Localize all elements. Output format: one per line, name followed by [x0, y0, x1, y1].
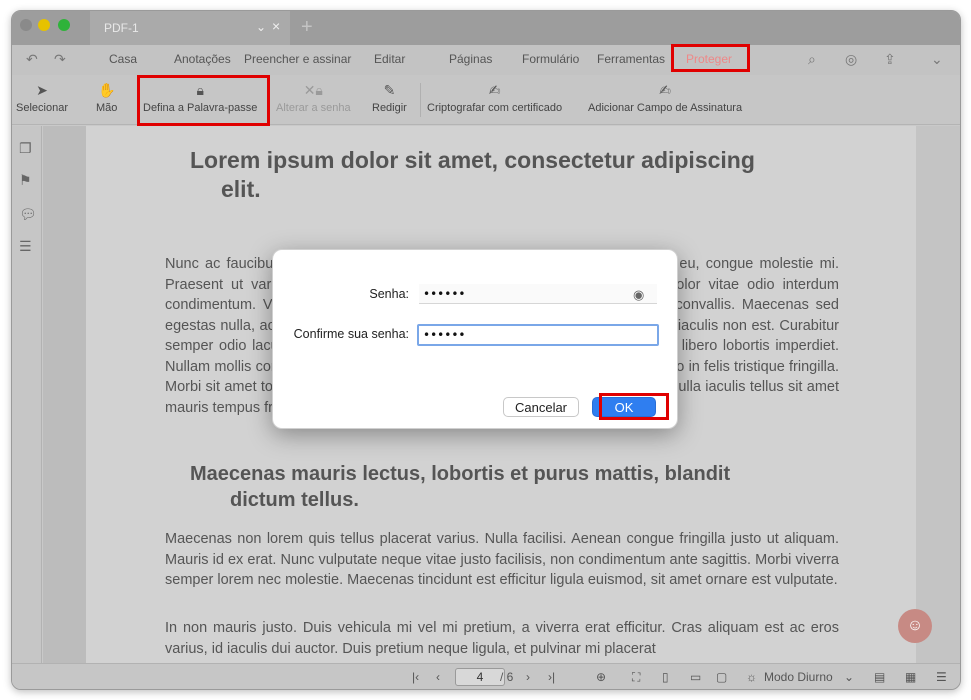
menu-ferramentas[interactable]: Ferramentas	[597, 52, 665, 66]
change-password-button[interactable]: ✕🔒︎ Alterar a senha	[276, 81, 351, 114]
chevron-down-icon[interactable]: ⌄	[844, 670, 854, 684]
actual-size-icon[interactable]: ▢	[716, 670, 727, 684]
day-mode-label[interactable]: Modo Diurno	[764, 670, 833, 684]
select-tool-label: Selecionar	[16, 102, 68, 114]
heading-1-line-2: elit.	[221, 176, 261, 202]
zoom-in-icon[interactable]: ⊕	[596, 670, 606, 684]
menu-casa[interactable]: Casa	[109, 52, 137, 66]
maximize-window-button[interactable]	[58, 19, 70, 31]
fit-width-icon[interactable]: ▭	[690, 670, 701, 684]
tab-title: PDF-1	[104, 21, 139, 35]
password-input[interactable]	[419, 284, 657, 304]
heading-2-line-1: Maecenas mauris lectus, lobortis et puru…	[190, 463, 731, 485]
menu-preencher-assinar[interactable]: Preencher e assinar	[244, 52, 351, 66]
redact-label: Redigir	[372, 102, 407, 114]
current-page-input[interactable]: 4	[455, 668, 505, 686]
fit-page-icon[interactable]: ⛶	[632, 670, 640, 685]
left-sidebar: ❐ ⚑ 💬︎ ☰	[12, 126, 42, 689]
title-bar: PDF-1 ⌄ × +	[12, 11, 960, 45]
grid-view-icon[interactable]: ▦	[905, 670, 916, 684]
ai-assistant-icon[interactable]: ☺	[898, 609, 932, 643]
toolbar-divider	[420, 83, 421, 117]
hand-tool-button[interactable]: ✋ Mão	[96, 81, 117, 114]
status-bar: |‹ ‹ 4 / 6 › ›| ⊕ ⛶ ▯ ▭ ▢ ☼ Modo Diurno …	[12, 663, 960, 689]
last-page-icon[interactable]: ›|	[548, 670, 555, 684]
menu-formulario[interactable]: Formulário	[522, 52, 579, 66]
total-pages: / 6	[500, 670, 514, 684]
document-heading-1: Lorem ipsum dolor sit amet, consectetur …	[190, 146, 830, 204]
close-window-button[interactable]	[20, 19, 32, 31]
highlight-set-password-tool	[137, 75, 270, 126]
select-tool-button[interactable]: ➤ Selecionar	[16, 81, 68, 114]
hand-tool-label: Mão	[96, 102, 118, 114]
menu-bar: ↶ ↷ Casa Anotações Preencher e assinar E…	[12, 45, 960, 75]
hand-icon: ✋	[97, 82, 116, 98]
highlight-proteger-menu	[671, 44, 750, 72]
add-signature-field-button[interactable]: ✍ Adicionar Campo de Assinatura	[588, 81, 742, 114]
undo-icon[interactable]: ↶	[26, 51, 38, 68]
heading-2-line-2: dictum tellus.	[230, 489, 359, 511]
confirm-password-input[interactable]	[417, 324, 659, 346]
paragraph-2: Maecenas non lorem quis tellus placerat …	[165, 531, 839, 588]
menu-paginas[interactable]: Páginas	[449, 52, 492, 66]
chevron-down-icon[interactable]: ⌄	[931, 51, 943, 68]
change-password-label: Alterar a senha	[276, 102, 351, 114]
scroll-view-icon[interactable]: ☰	[936, 670, 947, 684]
cancel-button[interactable]: Cancelar	[503, 397, 579, 417]
menu-editar[interactable]: Editar	[374, 52, 405, 66]
highlight-ok-button	[599, 393, 669, 420]
comments-icon[interactable]: 💬︎	[19, 206, 37, 223]
signature-icon: ✍	[659, 82, 671, 98]
pages-icon[interactable]: ❐	[19, 140, 32, 157]
redact-pen-icon: ✎	[383, 82, 396, 98]
encrypt-certificate-label: Criptografar com certificado	[427, 102, 563, 114]
minimize-window-button[interactable]	[38, 19, 50, 31]
right-scroll-area[interactable]	[916, 126, 960, 663]
lock-remove-icon: ✕🔒︎	[303, 82, 323, 98]
chevron-down-icon[interactable]: ⌄	[256, 20, 266, 34]
redact-button[interactable]: ✎ Redigir	[372, 81, 407, 114]
close-icon[interactable]: ×	[272, 18, 280, 34]
search-results-icon[interactable]: ☰	[19, 238, 32, 255]
add-signature-field-label: Adicionar Campo de Assinatura	[588, 102, 743, 114]
certificate-icon: ✍	[488, 82, 501, 98]
cursor-arrow-icon: ➤	[36, 82, 48, 98]
next-page-icon[interactable]: ›	[526, 670, 530, 684]
confirm-password-label: Confirme sua senha:	[293, 327, 409, 341]
previous-page-icon[interactable]: ‹	[436, 670, 440, 684]
share-icon[interactable]: ⇪	[884, 51, 896, 68]
first-page-icon[interactable]: |‹	[412, 670, 419, 684]
fit-height-icon[interactable]: ▯	[662, 670, 669, 684]
new-tab-plus-icon[interactable]: +	[301, 16, 313, 39]
single-page-view-icon[interactable]: ▤	[874, 670, 885, 684]
sun-icon: ☼	[746, 670, 757, 684]
password-label: Senha:	[369, 287, 409, 301]
paragraph-3: In non mauris justo. Duis vehicula mi ve…	[165, 620, 839, 657]
document-heading-2: Maecenas mauris lectus, lobortis et puru…	[190, 461, 830, 513]
document-tab[interactable]: PDF-1 ⌄ ×	[90, 11, 290, 45]
menu-anotacoes[interactable]: Anotações	[174, 52, 231, 66]
heading-1-line-1: Lorem ipsum dolor sit amet, consectetur …	[190, 147, 755, 173]
search-icon[interactable]: ⌕	[808, 51, 816, 68]
bookmark-icon[interactable]: ⚑	[19, 172, 32, 189]
show-password-eye-icon[interactable]: ◉	[633, 287, 644, 303]
encrypt-certificate-button[interactable]: ✍ Criptografar com certificado	[427, 81, 562, 114]
support-icon[interactable]: ◎	[845, 51, 857, 68]
redo-icon[interactable]: ↷	[54, 51, 66, 68]
